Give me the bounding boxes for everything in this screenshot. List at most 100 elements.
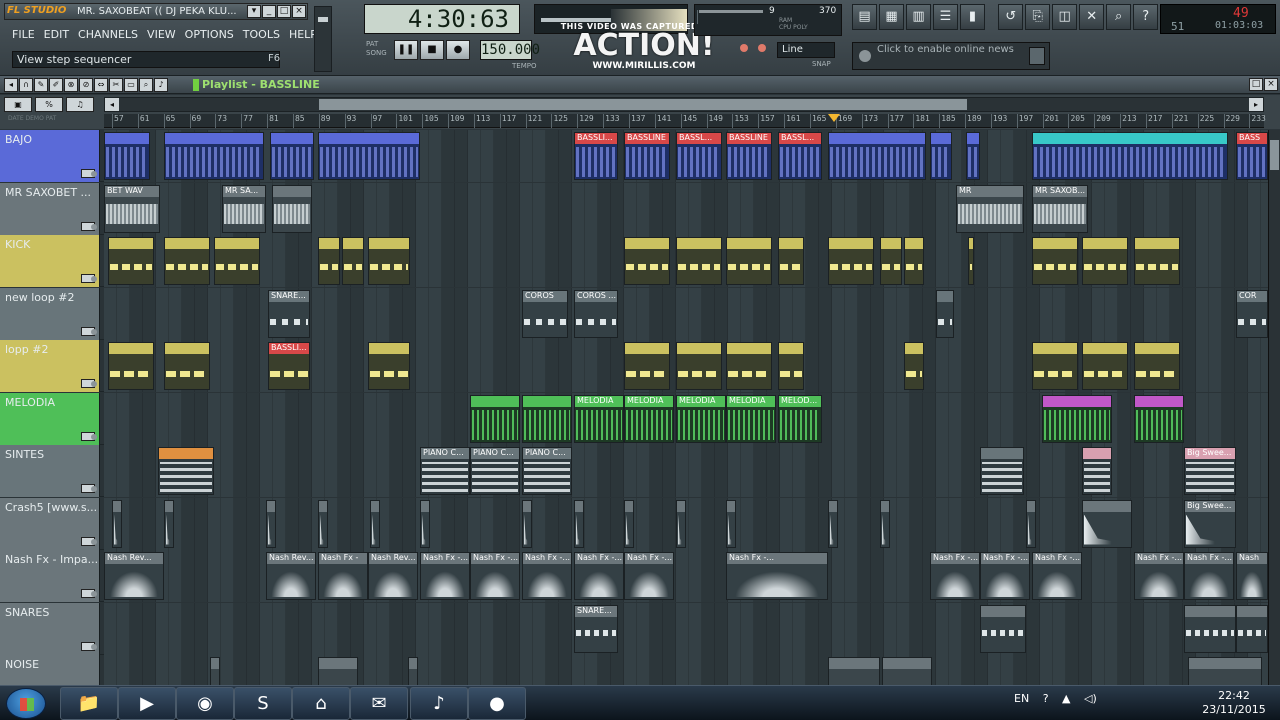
pattern-clip[interactable]: MR SAXOB... [1032,184,1088,233]
track-mute-icon[interactable] [91,433,97,440]
pattern-clip[interactable] [1134,237,1180,285]
pattern-clip[interactable]: BASSLINE [624,132,670,180]
pattern-clip[interactable] [470,394,520,443]
pattern-clip[interactable] [574,499,584,548]
window-menu-button[interactable]: ▾ [247,5,261,18]
pattern-clip[interactable]: Nash Fx -... [980,552,1030,600]
undo-icon[interactable]: ↺ [998,4,1024,30]
scroll-left-icon[interactable]: ◂ [105,98,119,111]
menu-view[interactable]: VIEW [147,28,176,41]
pattern-clip[interactable] [930,132,952,180]
pattern-clip[interactable] [880,237,902,285]
pattern-clip[interactable] [904,237,924,285]
pattern-clip[interactable] [104,132,150,180]
track-name-button[interactable]: MR SAXOBET ... [0,182,100,235]
pattern-clip[interactable]: COR [1236,289,1268,338]
mute-tool-icon[interactable]: ⊘ [79,78,93,92]
pattern-clip[interactable] [1042,394,1112,443]
pattern-clip[interactable]: Nash Fx -... [574,552,624,600]
pattern-clip[interactable] [726,499,736,548]
pattern-clip[interactable] [318,132,420,180]
master-volume-slider[interactable] [314,6,332,72]
track-mute-icon[interactable] [91,223,97,230]
select-tool-icon[interactable]: ▭ [124,78,138,92]
pattern-clip[interactable] [726,237,772,285]
pattern-clip[interactable] [980,604,1026,653]
pattern-clip[interactable] [1026,499,1036,548]
minimize-button[interactable]: _ [262,5,276,18]
hp-icon[interactable]: ⌂ [292,687,350,720]
options-icon[interactable]: ◂ [4,78,18,92]
pattern-clip[interactable]: MR [956,184,1024,233]
pattern-clip[interactable] [108,237,154,285]
pattern-clip[interactable] [164,342,210,390]
track-name-button[interactable]: Crash5 [www.s... [0,497,100,550]
pattern-clip[interactable]: Nash Fx -... [1032,552,1082,600]
slip-tool-icon[interactable]: ⇔ [94,78,108,92]
track-mute-icon[interactable] [91,486,97,492]
settings-icon[interactable]: ✕ [1079,4,1105,30]
snap-select[interactable]: Line [777,42,835,58]
track-name-button[interactable]: SINTES [0,445,100,497]
language-indicator[interactable]: EN [1014,692,1029,705]
render-icon[interactable]: ◫ [1052,4,1078,30]
pattern-clip[interactable]: Nash [1236,552,1268,600]
pattern-clip[interactable] [624,499,634,548]
clock[interactable]: 22:42 23/11/2015 [1196,689,1272,717]
tab-patterns[interactable]: ▣ [4,97,32,112]
menu-channels[interactable]: CHANNELS [78,28,138,41]
pattern-clip[interactable]: MELOD... [778,394,822,443]
pattern-clip[interactable] [828,237,874,285]
pattern-clip[interactable]: Big Swee... [1184,499,1236,548]
menu-help[interactable]: HELP [289,28,317,41]
start-button[interactable] [6,688,46,719]
pattern-clip[interactable] [522,499,532,548]
bar-numbers[interactable]: 57 61 65 69 73 77 81 85 89 93 97 101 105 109 113 117 121… [104,114,1266,128]
playback-tool-icon[interactable]: ♪ [154,78,168,92]
pattern-clip[interactable] [1236,604,1268,653]
pattern-clip[interactable] [1082,447,1112,495]
pattern-clip[interactable]: MELODIA [624,394,674,443]
pattern-clip[interactable]: SNARE... [268,289,310,338]
pattern-clip[interactable] [778,237,804,285]
pattern-clip[interactable] [368,342,410,390]
pattern-clip[interactable] [270,132,314,180]
record-indicators[interactable] [740,44,776,55]
pattern-clip[interactable] [904,342,924,390]
pattern-clip[interactable]: Nash Fx - [318,552,368,600]
pattern-clip[interactable]: Nash Fx -... [930,552,980,600]
pattern-clip[interactable] [936,289,954,338]
pattern-clip[interactable] [164,132,264,180]
pattern-clip[interactable]: PIANO C... [420,447,470,495]
play-pause-button[interactable]: ❚❚ [394,40,418,60]
pattern-clip[interactable] [318,237,340,285]
pattern-clip[interactable] [1082,342,1128,390]
mixer-icon[interactable]: ▮ [960,4,985,30]
slider-handle[interactable] [318,17,328,22]
pattern-clip[interactable] [968,237,974,285]
pattern-clip[interactable]: COROS [522,289,568,338]
menu-tools[interactable]: TOOLS [243,28,280,41]
tab-audio[interactable]: ♫ [66,97,94,112]
pattern-clip[interactable] [726,342,772,390]
delete-tool-icon[interactable]: ⊗ [64,78,78,92]
pattern-clip[interactable]: Nash Rev... [368,552,418,600]
maximize-button[interactable]: □ [277,5,291,18]
pattern-clip[interactable] [1082,499,1132,548]
chrome-icon[interactable]: ◉ [176,687,234,720]
browser-icon[interactable]: ☰ [933,4,958,30]
pattern-clip[interactable]: Nash Rev... [266,552,316,600]
tempo-display[interactable]: 150.000 [480,40,540,60]
track-mute-icon[interactable] [91,591,97,597]
fl-studio-icon[interactable]: ♪ [410,687,468,720]
action-recorder-icon[interactable]: ● [468,687,526,720]
piano-roll-icon[interactable]: ▥ [906,4,931,30]
help-icon[interactable]: ? [1043,692,1049,705]
pattern-clip[interactable] [778,342,804,390]
song-position-display[interactable]: 4:30:63 [364,4,520,34]
pattern-clip[interactable]: MELODIA [676,394,726,443]
pattern-clip[interactable] [1134,394,1184,443]
track-name-button[interactable]: lopp #2 [0,340,100,392]
mail-icon[interactable]: ✉ [350,687,408,720]
pattern-clip[interactable]: MELODIA [574,394,624,443]
